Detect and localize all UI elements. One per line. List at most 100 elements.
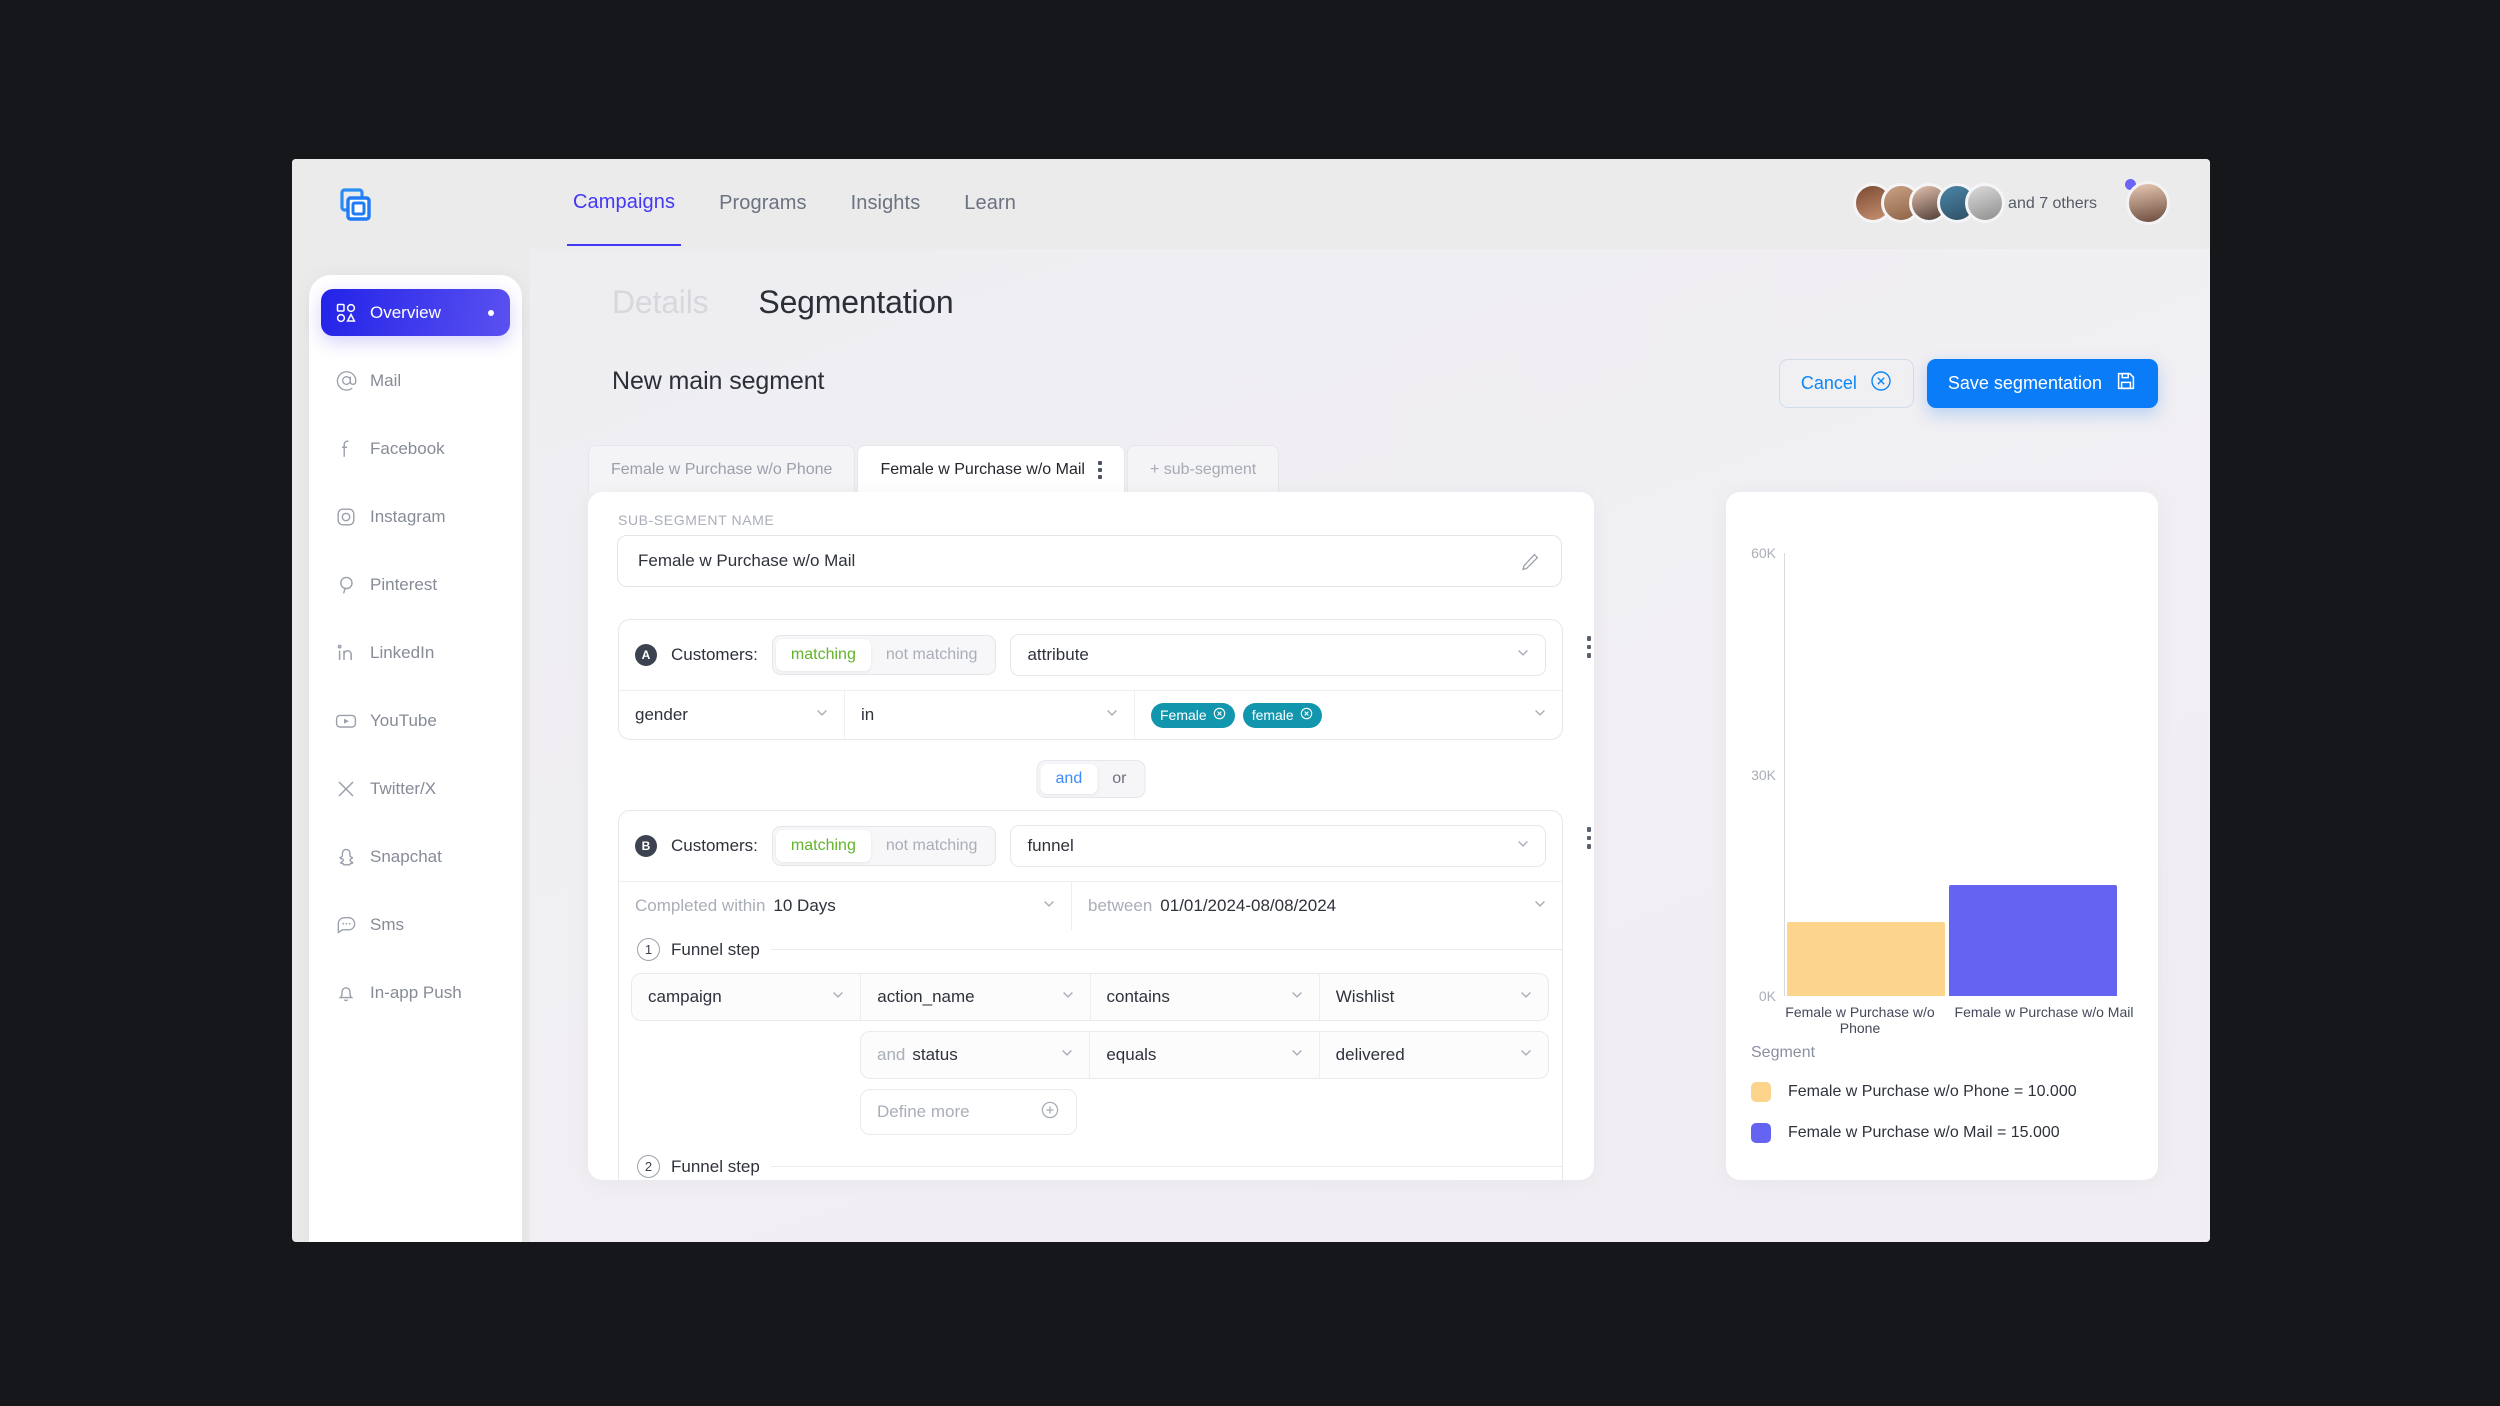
condition-joiner-toggle: and or [1036, 760, 1146, 798]
topnav-item-learn[interactable]: Learn [958, 164, 1022, 245]
condition-a-operator-select[interactable]: in [845, 691, 1135, 739]
funnel-sub-value-text: delivered [1335, 1045, 1405, 1064]
page-tabs: Details Segmentation [612, 284, 954, 321]
active-indicator-dot [488, 309, 494, 316]
legend-swatch [1751, 1082, 1771, 1102]
legend-item-phone[interactable]: Female w Purchase w/o Phone = 10.000 [1751, 1082, 2077, 1102]
condition-block-a: A Customers: matching not matching attri… [618, 619, 1591, 740]
bell-icon [335, 982, 357, 1004]
funnel-timeframe-row: Completed within 10 Days between 01/01/2… [619, 881, 1562, 930]
facebook-icon [335, 438, 357, 460]
completed-within-prefix: Completed within [635, 896, 766, 915]
funnel-sub-value-select[interactable]: delivered [1320, 1032, 1548, 1078]
funnel-source-select[interactable]: campaign [632, 974, 862, 1020]
pencil-icon[interactable] [1519, 551, 1541, 578]
sidebar-item-twitter-x[interactable]: Twitter/X [321, 765, 510, 812]
tab-segmentation[interactable]: Segmentation [758, 284, 953, 321]
condition-letter: B [635, 835, 657, 857]
chevron-down-icon [814, 705, 830, 726]
sidebar-item-overview[interactable]: Overview [321, 289, 510, 336]
funnel-step-2-header: 2 Funnel step [619, 1155, 1562, 1178]
define-more-button[interactable]: Define more [860, 1089, 1077, 1135]
condition-letter: A [635, 644, 657, 666]
completed-within-select[interactable]: Completed within 10 Days [619, 882, 1072, 930]
sidebar-item-mail[interactable]: Mail [321, 357, 510, 404]
y-axis-tick: 0K [1758, 988, 1776, 1004]
add-sub-segment-label: + sub-segment [1149, 460, 1257, 478]
topnav-label: Insights [850, 191, 921, 214]
sidebar-item-pinterest[interactable]: Pinterest [321, 561, 510, 608]
remove-tag-icon[interactable] [1300, 707, 1313, 723]
chevron-down-icon [1041, 896, 1057, 917]
main-content: Details Segmentation New main segment Ca… [530, 249, 2210, 1242]
collaborator-avatars[interactable] [1853, 183, 2005, 223]
topnav-item-campaigns[interactable]: Campaigns [567, 163, 682, 246]
funnel-step-1-body: campaign action_name contains Wishlist a… [631, 973, 1549, 1135]
matching-option[interactable]: matching [775, 639, 871, 671]
condition-a-values-select[interactable]: Female female [1135, 691, 1562, 739]
sidebar-item-instagram[interactable]: Instagram [321, 493, 510, 540]
matching-option[interactable]: matching [775, 830, 871, 862]
add-sub-segment-button[interactable]: + sub-segment [1126, 445, 1280, 493]
date-range-select[interactable]: between 01/01/2024-08/08/2024 [1072, 882, 1562, 930]
y-axis-tick: 60K [1751, 545, 1776, 561]
funnel-operator-select[interactable]: contains [1091, 974, 1320, 1020]
avatar[interactable] [1965, 183, 2005, 223]
save-segmentation-button[interactable]: Save segmentation [1926, 359, 2158, 408]
sidebar-item-facebook[interactable]: Facebook [321, 425, 510, 472]
condition-a-type-select[interactable]: attribute [1010, 634, 1546, 676]
tab-details[interactable]: Details [612, 284, 709, 321]
legend-item-mail[interactable]: Female w Purchase w/o Mail = 15.000 [1751, 1123, 2060, 1143]
sub-segment-name-value: Female w Purchase w/o Mail [638, 551, 856, 570]
condition-b-header: B Customers: matching not matching funne… [619, 811, 1591, 881]
sidebar-item-in-app-push[interactable]: In-app Push [321, 969, 510, 1016]
bar-female-w-purchase-wo-mail[interactable] [1949, 885, 2117, 996]
chevron-down-icon [1515, 645, 1531, 666]
sidebar-item-sms[interactable]: Sms [321, 901, 510, 948]
cancel-label: Cancel [1800, 373, 1857, 393]
bar-chart-plot: 60K 30K 0K [1751, 545, 2117, 1004]
legend-label: Female w Purchase w/o Phone = 10.000 [1788, 1083, 2077, 1100]
condition-b-type-select[interactable]: funnel [1010, 825, 1546, 867]
chevron-down-icon [1515, 836, 1531, 857]
page-actions: Cancel Save segmentation [1778, 359, 2158, 408]
topnav-item-insights[interactable]: Insights [845, 164, 927, 245]
save-label: Save segmentation [1947, 373, 2102, 393]
sidebar-item-snapchat[interactable]: Snapchat [321, 833, 510, 880]
page-title: New main segment [612, 367, 825, 395]
condition-a-type-value: attribute [1027, 645, 1089, 664]
user-avatar[interactable] [2126, 181, 2170, 225]
sidebar-item-linkedin[interactable]: LinkedIn [321, 629, 510, 676]
topnav-item-programs[interactable]: Programs [713, 164, 813, 245]
chevron-down-icon [1104, 705, 1120, 726]
match-toggle-a: matching not matching [771, 635, 997, 675]
not-matching-option[interactable]: not matching [871, 639, 993, 671]
funnel-sub-operator-select[interactable]: equals [1090, 1032, 1320, 1078]
completed-within-value: 10 Days [773, 896, 836, 915]
condition-a-expression: gender in Female female [619, 690, 1562, 739]
value-tag[interactable]: female [1242, 702, 1322, 728]
condition-a-field-select[interactable]: gender [619, 691, 845, 739]
sub-segment-menu-icon[interactable] [1097, 460, 1102, 479]
condition-a-menu-icon[interactable] [1586, 636, 1591, 658]
funnel-sub-attribute-value: status [912, 1045, 958, 1064]
chevron-down-icon [1532, 896, 1548, 917]
sub-segment-name-input[interactable]: Female w Purchase w/o Mail [617, 535, 1562, 587]
sidebar-item-label: In-app Push [370, 982, 462, 1002]
bar-female-w-purchase-wo-phone[interactable] [1787, 922, 1945, 996]
funnel-attribute-select[interactable]: action_name [861, 974, 1091, 1020]
joiner-or-option[interactable]: or [1097, 764, 1141, 794]
funnel-sub-attribute-select[interactable]: and status [861, 1032, 1091, 1078]
remove-tag-icon[interactable] [1213, 707, 1226, 723]
condition-b-menu-icon[interactable] [1586, 827, 1591, 849]
sub-segment-tab-phone[interactable]: Female w Purchase w/o Phone [588, 445, 856, 493]
not-matching-option[interactable]: not matching [871, 830, 993, 862]
cancel-button[interactable]: Cancel [1778, 359, 1914, 408]
sub-segment-tab-mail[interactable]: Female w Purchase w/o Mail [857, 445, 1125, 493]
funnel-step-1-header: 1 Funnel step [619, 938, 1562, 961]
joiner-and-option[interactable]: and [1040, 764, 1098, 794]
copy-layers-icon[interactable] [337, 187, 375, 225]
sidebar-item-youtube[interactable]: YouTube [321, 697, 510, 744]
funnel-value-select[interactable]: Wishlist [1320, 974, 1548, 1020]
value-tag[interactable]: Female [1151, 702, 1235, 728]
